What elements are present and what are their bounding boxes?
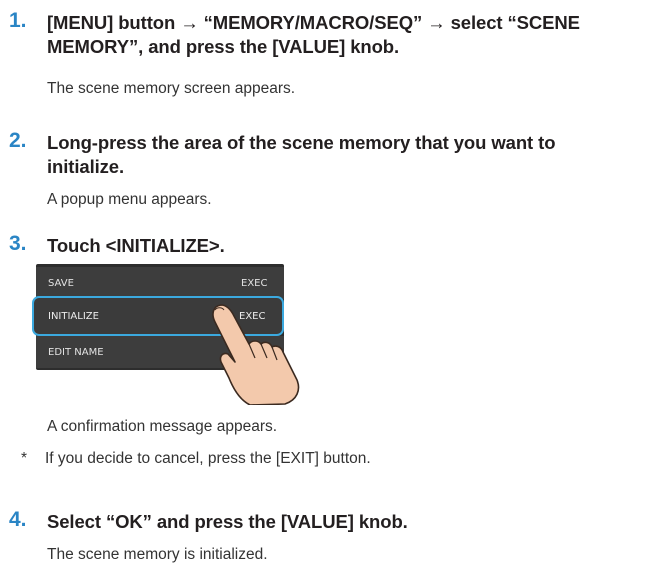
note-text: If you decide to cancel, press the [EXIT…: [45, 450, 371, 467]
manual-page: 1. [MENU] button → “MEMORY/MACRO/SEQ” → …: [0, 0, 651, 581]
step-title: [MENU] button → “MEMORY/MACRO/SEQ” → sel…: [47, 11, 647, 59]
step-3-result: A confirmation message appears.: [47, 418, 278, 435]
step-2-result: A popup menu appears.: [47, 191, 212, 208]
menu-item-save: SAVE EXEC: [36, 267, 284, 299]
step-title-line: Long-press the area of the scene memory …: [47, 132, 556, 153]
step-title: Select “OK” and press the [VALUE] knob.: [47, 510, 647, 534]
step-1-result: The scene memory screen appears.: [47, 80, 296, 97]
step-title: Touch <INITIALIZE>.: [47, 234, 647, 258]
pointing-hand-icon: [212, 304, 300, 405]
cancel-note: * If you decide to cancel, press the [EXI…: [21, 450, 371, 468]
step-number: 4.: [9, 508, 27, 531]
menu-item-label: INITIALIZE: [48, 311, 99, 322]
step-title-line: Touch <INITIALIZE>.: [47, 235, 225, 256]
note-asterisk: *: [21, 450, 28, 467]
step-4-result: The scene memory is initialized.: [47, 546, 268, 563]
step-number: 3.: [9, 232, 27, 255]
step-title-line: Select “OK” and press the [VALUE] knob.: [47, 511, 408, 532]
menu-item-action: EXEC: [241, 278, 268, 289]
step-number: 2.: [9, 129, 27, 152]
step-title-line: initialize.: [47, 156, 125, 177]
step-title: Long-press the area of the scene memory …: [47, 131, 647, 179]
step-number: 1.: [9, 9, 27, 32]
step-title-line: [MENU] button → “MEMORY/MACRO/SEQ” → sel…: [47, 12, 580, 33]
step-title-line: MEMORY”, and press the [VALUE] knob.: [47, 36, 400, 57]
menu-item-label: EDIT NAME: [48, 347, 104, 358]
menu-item-label: SAVE: [48, 278, 74, 289]
